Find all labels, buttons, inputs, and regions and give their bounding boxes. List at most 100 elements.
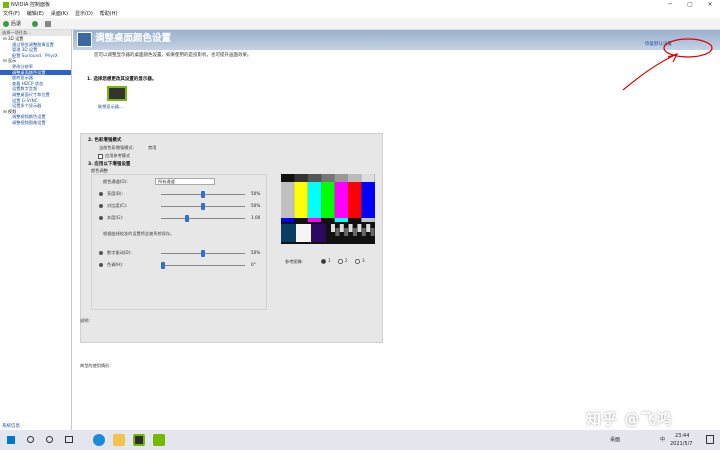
step3-heading: 3. 应用以下增强设置: [88, 162, 131, 167]
slider-label: 对比度(C):: [107, 203, 128, 208]
color-bar: [294, 182, 308, 218]
stair-bar: [357, 224, 362, 232]
edge-browser-icon[interactable]: [93, 434, 105, 446]
slider-thumb[interactable]: [161, 262, 165, 269]
search-icon[interactable]: [27, 436, 34, 443]
mid-bar: [334, 218, 348, 222]
color-bar: [307, 182, 322, 218]
color-bar: [334, 182, 348, 218]
slider-track[interactable]: [161, 218, 245, 219]
slider-thumb[interactable]: [201, 191, 205, 198]
reference-mode-checkbox[interactable]: [98, 154, 103, 159]
slider-thumb[interactable]: [201, 250, 205, 257]
slider-type-icon: [99, 216, 103, 220]
slider-label: 灰度(G):: [107, 215, 124, 220]
task-sidebar: 选择一项任务... ⊟ 3D 设置 通过预览调整图像设置 管理 3D 设置 配置…: [0, 30, 72, 430]
system-info-link[interactable]: 系统信息: [2, 423, 20, 429]
step2-heading: 2. 色彩增强模式: [88, 138, 122, 143]
sidebar-item[interactable]: 调整视频图像设置: [0, 120, 71, 126]
nvidia-taskbar-icon[interactable]: [133, 434, 145, 446]
menu-file[interactable]: 文件(F): [3, 11, 20, 17]
gray-bar: [307, 174, 322, 182]
stair-bar: [366, 224, 371, 232]
gray-bar: [348, 174, 362, 182]
slider-value: 50%: [251, 250, 261, 255]
clock-time[interactable]: 23:44: [675, 433, 689, 439]
slider-value: 50%: [251, 191, 261, 196]
monitor-label[interactable]: 联想显示器...: [98, 104, 123, 110]
reference-radio-label: 3: [362, 258, 365, 263]
mid-bar: [307, 218, 322, 222]
minimize-button[interactable]: ─: [660, 0, 680, 10]
description-label: 说明:: [80, 318, 90, 323]
stair-bar: [339, 224, 344, 232]
task-view-icon[interactable]: [65, 436, 73, 443]
tray-desktop-label[interactable]: 桌面: [610, 436, 620, 443]
slider-label: 数字振动(D):: [107, 250, 132, 255]
desktop-color-icon: [77, 32, 92, 47]
watermark-text: 知乎 @飞鸿: [586, 410, 673, 428]
mid-bar: [281, 218, 295, 222]
page-description: 您可以调整显示器的桌面颜色设置。如果使用的是投影机，也可提升画面效果。: [94, 53, 252, 58]
clock-date[interactable]: 2021/5/7: [670, 441, 692, 447]
windows-start-icon[interactable]: [7, 436, 15, 444]
back-arrow-icon[interactable]: [3, 21, 9, 27]
file-explorer-icon[interactable]: [113, 434, 125, 446]
menu-edit[interactable]: 编辑(E): [27, 11, 44, 17]
usage-label: 典型的使用情形:: [80, 363, 111, 368]
menu-bar: 文件(F) 编辑(E) 桌面(K) 显示(D) 帮助(H): [0, 10, 720, 18]
red-annotation-icon: [622, 38, 713, 91]
reference-image-label: 参考图像:: [285, 259, 304, 264]
slider-type-icon: [99, 192, 103, 196]
color-bar: [348, 182, 362, 218]
slider-thumb[interactable]: [185, 215, 189, 222]
ime-indicator[interactable]: 中: [660, 436, 665, 443]
slider-type-icon: [99, 251, 103, 255]
back-button[interactable]: 后退: [11, 18, 21, 30]
slider-label: 色调(H):: [107, 262, 124, 267]
slider-type-icon: [99, 204, 103, 208]
stair-bar: [361, 228, 366, 236]
stair-bar: [331, 224, 335, 232]
slider-track[interactable]: [161, 265, 245, 266]
slider-type-icon: [99, 263, 103, 267]
stair-bar: [353, 228, 357, 236]
calibration-note: 根据曲线校准的设置将会被系统保存。: [103, 231, 175, 236]
stair-bar: [335, 228, 340, 236]
gray-bar: [361, 174, 375, 182]
stair-bar: [348, 224, 353, 232]
menu-desktop[interactable]: 桌面(K): [51, 11, 68, 17]
window-title: NVIDIA 控制面板: [11, 2, 50, 8]
slider-value: 0°: [251, 262, 256, 267]
channel-select[interactable]: 所有通道: [155, 178, 215, 185]
reference-radio[interactable]: [338, 259, 343, 264]
slider-thumb[interactable]: [201, 203, 205, 210]
slider-label: 亮度(B):: [107, 191, 123, 196]
gray-bar: [294, 174, 308, 182]
close-button[interactable]: ✕: [700, 0, 720, 10]
nvidia-logo-icon: [3, 2, 9, 8]
cortana-icon[interactable]: [46, 436, 53, 443]
monitor-icon[interactable]: [107, 86, 127, 101]
mid-bar: [348, 218, 362, 222]
reference-radio[interactable]: [321, 259, 326, 264]
slider-value: 1.00: [251, 215, 261, 220]
current-mode-value: 禁用: [148, 145, 157, 150]
menu-display[interactable]: 显示(D): [75, 11, 93, 17]
menu-help[interactable]: 帮助(H): [100, 11, 118, 17]
color-bar: [361, 182, 375, 218]
maximize-button[interactable]: ▢: [680, 0, 700, 10]
notification-icon[interactable]: [706, 435, 714, 444]
nvidia-panel-taskbar-icon[interactable]: [153, 434, 165, 446]
forward-arrow-icon[interactable]: [32, 21, 38, 27]
step1-heading: 1. 选择您想更改其设置的显示器。: [87, 77, 157, 82]
reference-radio[interactable]: [355, 259, 360, 264]
page-title: 调整桌面颜色设置: [95, 33, 172, 44]
pluge-bar: [296, 224, 311, 242]
home-icon[interactable]: [45, 21, 51, 27]
color-bar: [281, 182, 295, 218]
taskbar: 桌面 中 23:44 2021/5/7: [0, 430, 720, 450]
gray-bar: [321, 174, 335, 182]
stair-bar: [370, 228, 375, 236]
mid-bar: [321, 218, 335, 222]
